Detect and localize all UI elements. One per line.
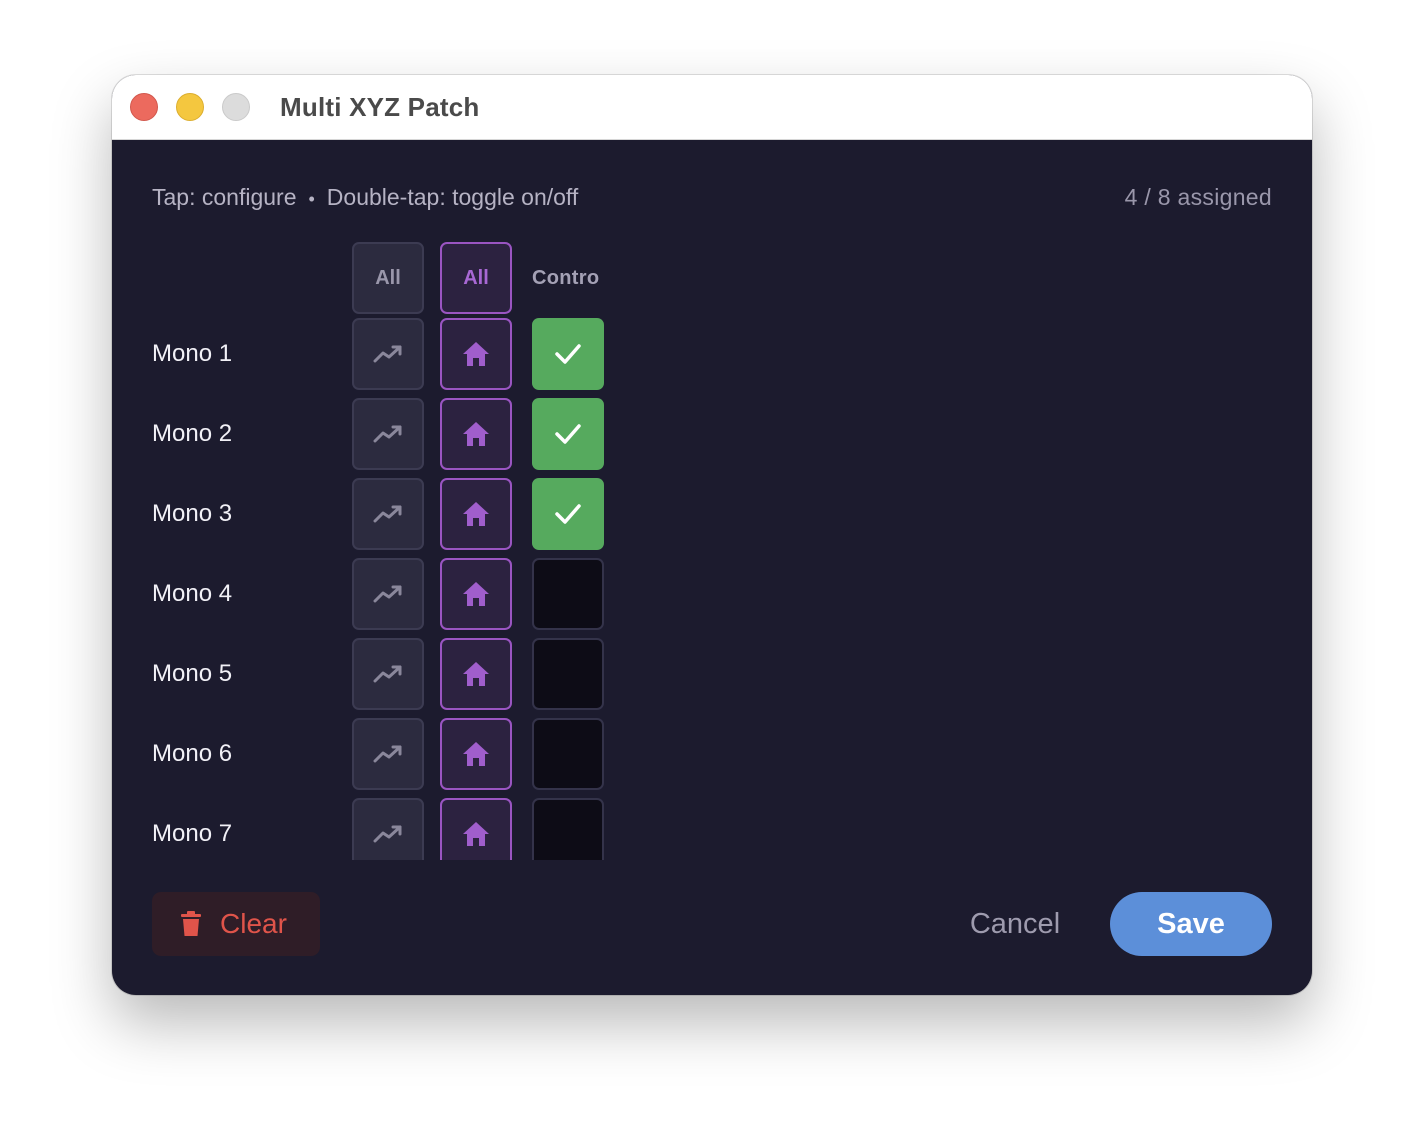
control-toggle-off[interactable] bbox=[532, 798, 604, 860]
clear-label: Clear bbox=[220, 908, 287, 939]
row-label: Mono 1 bbox=[152, 340, 233, 367]
control-toggle-off[interactable] bbox=[532, 558, 604, 630]
title-bar: Multi XYZ Patch bbox=[112, 75, 1312, 140]
cancel-button[interactable]: Cancel bbox=[952, 892, 1078, 956]
trending-up-icon bbox=[373, 825, 402, 843]
col2-cell[interactable] bbox=[440, 558, 512, 630]
trash-icon bbox=[181, 911, 201, 936]
checkmark-icon bbox=[555, 504, 581, 524]
patch-window: Multi XYZ Patch Tap: configure • Double-ta… bbox=[112, 75, 1312, 995]
col1-cell[interactable] bbox=[352, 718, 424, 790]
col2-cell[interactable] bbox=[440, 718, 512, 790]
col1-all-label: All bbox=[375, 266, 401, 289]
col1-cell[interactable] bbox=[352, 798, 424, 860]
col2-cell[interactable] bbox=[440, 798, 512, 860]
hint-separator: • bbox=[308, 189, 315, 209]
home-icon bbox=[463, 742, 489, 766]
col1-cell[interactable] bbox=[352, 558, 424, 630]
minimize-window-button[interactable] bbox=[176, 93, 204, 121]
home-icon bbox=[463, 822, 489, 846]
checkmark-icon bbox=[555, 344, 581, 364]
window-title: Multi XYZ Patch bbox=[280, 92, 480, 122]
hint-tap: Tap: configure bbox=[152, 184, 297, 210]
home-icon bbox=[463, 422, 489, 446]
col1-cell[interactable] bbox=[352, 398, 424, 470]
trending-up-icon bbox=[373, 745, 402, 763]
assigned-count: 4 / 8 assigned bbox=[1124, 184, 1272, 210]
usage-hint: Tap: configure • Double-tap: toggle on/off bbox=[152, 184, 578, 211]
col2-all-label: All bbox=[463, 266, 489, 289]
col3-header: Contro bbox=[532, 267, 600, 289]
control-toggle-off[interactable] bbox=[532, 718, 604, 790]
home-icon bbox=[463, 502, 489, 526]
col2-cell[interactable] bbox=[440, 638, 512, 710]
trending-up-icon bbox=[373, 585, 402, 603]
row-label: Mono 5 bbox=[152, 660, 233, 687]
checkmark-icon bbox=[555, 424, 581, 444]
patch-grid[interactable]: All All Contro Mono 1 Mono 2 Mono 3 Mono 4 M… bbox=[112, 240, 1312, 860]
row-label: Mono 2 bbox=[152, 420, 233, 447]
save-button[interactable]: Save bbox=[1110, 892, 1272, 956]
col1-all-button[interactable]: All bbox=[352, 242, 424, 314]
col2-cell[interactable] bbox=[440, 318, 512, 390]
home-icon bbox=[463, 582, 489, 606]
row-label: Mono 7 bbox=[152, 820, 233, 847]
col2-cell[interactable] bbox=[440, 398, 512, 470]
hint-double-tap: Double-tap: toggle on/off bbox=[326, 184, 579, 210]
control-toggle-on[interactable] bbox=[532, 318, 604, 390]
clear-button[interactable]: Clear bbox=[152, 892, 320, 956]
col1-cell[interactable] bbox=[352, 478, 424, 550]
home-icon bbox=[463, 342, 489, 366]
control-toggle-off[interactable] bbox=[532, 638, 604, 710]
trending-up-icon bbox=[373, 665, 402, 683]
trending-up-icon bbox=[373, 505, 402, 523]
control-toggle-on[interactable] bbox=[532, 398, 604, 470]
trending-up-icon bbox=[373, 425, 402, 443]
zoom-window-button[interactable] bbox=[222, 93, 250, 121]
patch-content: Tap: configure • Double-tap: toggle on/off… bbox=[112, 140, 1312, 995]
col2-cell[interactable] bbox=[440, 478, 512, 550]
control-toggle-on[interactable] bbox=[532, 478, 604, 550]
row-label: Mono 6 bbox=[152, 740, 233, 767]
home-icon bbox=[463, 662, 489, 686]
row-label: Mono 4 bbox=[152, 580, 233, 607]
trending-up-icon bbox=[373, 345, 402, 363]
row-label: Mono 3 bbox=[152, 500, 233, 527]
col1-cell[interactable] bbox=[352, 638, 424, 710]
col2-all-button[interactable]: All bbox=[440, 242, 512, 314]
col1-cell[interactable] bbox=[352, 318, 424, 390]
close-window-button[interactable] bbox=[130, 93, 158, 121]
